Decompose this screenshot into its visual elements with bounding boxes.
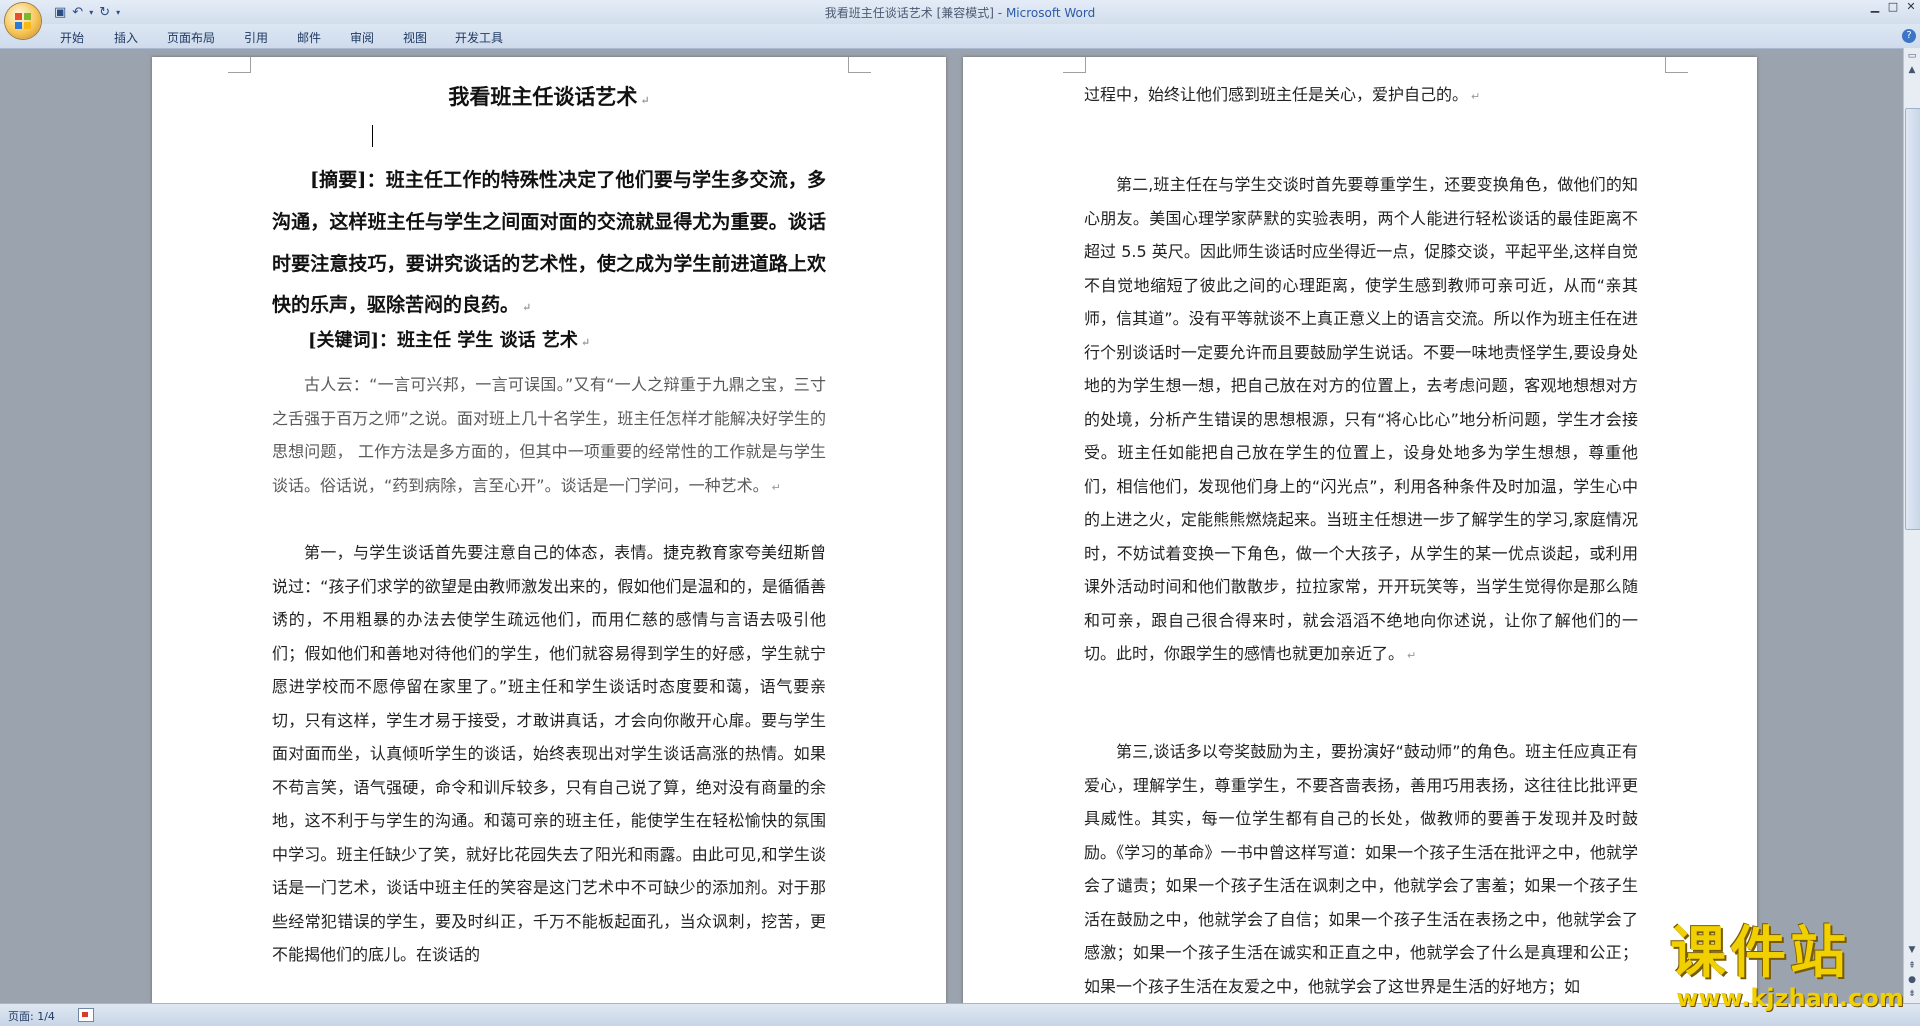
paragraph-mark-icon: ↵: [1407, 649, 1417, 662]
vertical-scrollbar[interactable]: ▭ ▲ ▼ ⇞ ● ⇟: [1903, 48, 1920, 1003]
minimize-icon[interactable]: ▁: [1866, 0, 1884, 16]
watermark-logo: 课件站 www.kjzhan.com: [1670, 922, 1910, 1012]
text-cursor: [372, 125, 373, 147]
paragraph-text: 过程中，始终让他们感到班主任是关心，爱护自己的。: [1084, 85, 1469, 104]
tab-mailings[interactable]: 邮件: [297, 29, 321, 46]
paragraph-text: 第三,谈话多以夸奖鼓励为主，要扮演好“鼓动师”的角色。班主任应真正有爱心，理解学…: [1084, 742, 1638, 996]
tab-view[interactable]: 视图: [403, 29, 427, 46]
proofing-icon[interactable]: [78, 1008, 94, 1022]
paragraph-mark-icon: ↵: [1471, 90, 1481, 103]
tab-page-layout[interactable]: 页面布局: [167, 29, 215, 46]
body-paragraph-first: 第一，与学生谈话首先要注意自己的体态，表情。捷克教育家夸美纽斯曾说过：“孩子们求…: [272, 536, 826, 972]
tab-review[interactable]: 审阅: [350, 29, 374, 46]
paragraph-mark-icon: ↵: [522, 301, 532, 315]
paragraph-text: 第一，与学生谈话首先要注意自己的体态，表情。捷克教育家夸美纽斯曾说过：“孩子们求…: [272, 543, 826, 964]
page-count[interactable]: 页面: 1/4: [8, 1008, 55, 1024]
ruler-toggle-icon[interactable]: ▭: [1905, 50, 1919, 62]
paragraph-mark-icon: ↵: [771, 480, 781, 494]
abstract-paragraph: [摘要]：班主任工作的特殊性决定了他们要与学生多交流，多沟通，这样班主任与学生之…: [272, 160, 826, 329]
body-paragraph-continued: 过程中，始终让他们感到班主任是关心，爱护自己的。 ↵: [1084, 78, 1638, 114]
ribbon-tabs: 开始 插入 页面布局 引用 邮件 审阅 视图 开发工具 ?: [0, 24, 1920, 49]
window-title: 我看班主任谈话艺术 [兼容模式] - Microsoft Word: [0, 4, 1920, 21]
document-page-2[interactable]: 过程中，始终让他们感到班主任是关心，爱护自己的。 ↵ 第二,班主任在与学生交谈时首…: [963, 57, 1757, 1005]
close-icon[interactable]: ✕: [1902, 0, 1920, 16]
tab-insert[interactable]: 插入: [114, 29, 138, 46]
margin-corner-mark: [848, 57, 871, 73]
paragraph-text: 古人云：“一言可兴邦，一言可误国。”又有“一人之辩重于九鼎之宝，三寸之舌强于百万…: [272, 375, 826, 495]
paragraph-text: 第二,班主任在与学生交谈时首先要尊重学生，还要变换角色，做他们的知心朋友。美国心…: [1084, 175, 1638, 663]
body-paragraph-second: 第二,班主任在与学生交谈时首先要尊重学生，还要变换角色，做他们的知心朋友。美国心…: [1084, 168, 1638, 673]
maximize-icon[interactable]: □: [1884, 0, 1902, 16]
tab-references[interactable]: 引用: [244, 29, 268, 46]
margin-corner-mark: [1665, 57, 1688, 73]
margin-corner-mark: [228, 57, 251, 73]
tab-developer[interactable]: 开发工具: [455, 29, 503, 46]
document-name: 我看班主任谈话艺术 [兼容模式]: [824, 6, 994, 20]
document-title: 我看班主任谈话艺术 ↵: [152, 81, 946, 111]
keywords-text: [关键词]：班主任 学生 谈话 艺术: [308, 330, 578, 351]
document-page-1[interactable]: 我看班主任谈话艺术 ↵ [摘要]：班主任工作的特殊性决定了他们要与学生多交流，多沟…: [152, 57, 946, 1005]
keywords-paragraph: [关键词]：班主任 学生 谈话 艺术 ↵: [272, 324, 826, 360]
status-bar: 页面: 1/4: [0, 1003, 1920, 1026]
body-paragraph-third: 第三,谈话多以夸奖鼓励为主，要扮演好“鼓动师”的角色。班主任应真正有爱心，理解学…: [1084, 735, 1638, 1003]
watermark-brand: 课件站: [1670, 920, 1850, 986]
office-button[interactable]: [5, 3, 41, 39]
help-icon[interactable]: ?: [1902, 29, 1916, 43]
paragraph-mark-icon: ↵: [640, 94, 650, 107]
paragraph-mark-icon: ↵: [580, 336, 591, 349]
title-separator: -: [993, 6, 1006, 20]
document-title-text: 我看班主任谈话艺术: [448, 84, 638, 109]
scrollbar-thumb[interactable]: [1905, 108, 1920, 530]
window-controls: ▁ □ ✕: [1866, 0, 1920, 16]
watermark-url: www.kjzhan.com: [1676, 984, 1904, 1012]
app-name: Microsoft Word: [1005, 6, 1096, 20]
office-logo-icon: [15, 13, 31, 29]
abstract-text: [摘要]：班主任工作的特殊性决定了他们要与学生多交流，多沟通，这样班主任与学生之…: [272, 169, 826, 317]
tab-home[interactable]: 开始: [60, 29, 84, 46]
title-bar: ▣ ↶ ▾ ↻ ▾ 我看班主任谈话艺术 [兼容模式] - Microsoft W…: [0, 0, 1920, 24]
scroll-up-icon[interactable]: ▲: [1905, 64, 1919, 76]
margin-corner-mark: [1063, 57, 1086, 73]
body-paragraph-intro: 古人云：“一言可兴邦，一言可误国。”又有“一人之辩重于九鼎之宝，三寸之舌强于百万…: [272, 368, 826, 504]
